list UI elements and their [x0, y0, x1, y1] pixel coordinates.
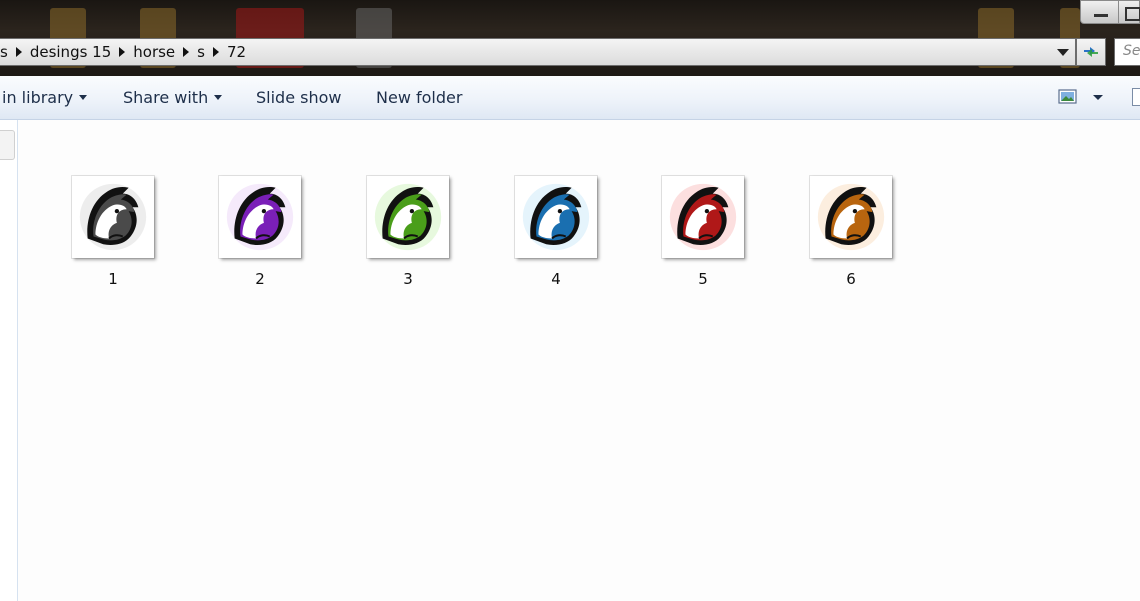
breadcrumb-item[interactable]: s	[189, 43, 219, 61]
file-list-area: 1 2 3 4 5 6	[18, 120, 1140, 601]
change-view-button[interactable]	[1058, 88, 1078, 106]
file-name-label: 2	[255, 270, 265, 288]
new-folder-label: New folder	[376, 88, 463, 107]
horse-logo-icon	[522, 183, 590, 251]
chevron-down-icon	[79, 95, 88, 100]
search-input[interactable]: Se	[1114, 38, 1140, 66]
file-item[interactable]: 4	[506, 176, 606, 288]
file-item[interactable]: 2	[210, 176, 310, 288]
window-controls	[1080, 0, 1140, 26]
include-in-library-label: in library	[2, 88, 74, 107]
navigation-pane-scroll-handle[interactable]	[0, 130, 15, 160]
horse-logo-icon	[226, 183, 294, 251]
file-thumbnail[interactable]	[72, 176, 154, 258]
breadcrumb-item[interactable]: 72	[219, 43, 254, 61]
file-name-label: 5	[698, 270, 708, 288]
breadcrumb-item[interactable]: s	[0, 43, 22, 61]
address-bar[interactable]: s desings 15 horse s 72	[0, 38, 1076, 66]
file-thumbnail[interactable]	[662, 176, 744, 258]
horse-logo-icon	[374, 183, 442, 251]
address-dropdown-icon[interactable]	[1057, 49, 1069, 56]
navigation-pane	[0, 120, 18, 601]
breadcrumb-item[interactable]: desings 15	[22, 43, 126, 61]
command-bar: in library Share with Slide show New fol…	[0, 76, 1140, 120]
view-icon	[1058, 89, 1077, 104]
breadcrumb-item[interactable]: horse	[125, 43, 190, 61]
breadcrumb-label: horse	[133, 43, 176, 61]
maximize-button[interactable]	[1118, 0, 1140, 24]
share-with-button[interactable]: Share with	[123, 76, 223, 119]
include-in-library-button[interactable]: in library	[2, 76, 88, 119]
file-name-label: 3	[403, 270, 413, 288]
preview-pane-button[interactable]	[1132, 88, 1140, 106]
file-name-label: 6	[846, 270, 856, 288]
horse-logo-icon	[79, 183, 147, 251]
breadcrumb-label: desings 15	[29, 43, 112, 61]
view-options-chevron-down-icon[interactable]	[1093, 95, 1103, 100]
share-with-label: Share with	[123, 88, 209, 107]
file-thumbnail[interactable]	[515, 176, 597, 258]
chevron-down-icon	[214, 95, 223, 100]
file-thumbnail[interactable]	[367, 176, 449, 258]
refresh-button[interactable]	[1076, 38, 1106, 66]
file-thumbnail[interactable]	[810, 176, 892, 258]
refresh-icon	[1084, 47, 1098, 57]
file-name-label: 4	[551, 270, 561, 288]
slide-show-label: Slide show	[256, 88, 342, 107]
slide-show-button[interactable]: Slide show	[256, 76, 341, 119]
file-thumbnail[interactable]	[219, 176, 301, 258]
new-folder-button[interactable]: New folder	[376, 76, 462, 119]
horse-logo-icon	[669, 183, 737, 251]
horse-logo-icon	[817, 183, 885, 251]
file-item[interactable]: 5	[653, 176, 753, 288]
breadcrumb-label: 72	[227, 43, 247, 61]
file-name-label: 1	[108, 270, 118, 288]
file-item[interactable]: 3	[358, 176, 458, 288]
breadcrumb-label: s	[0, 43, 8, 61]
file-item[interactable]: 6	[801, 176, 901, 288]
minimize-button[interactable]	[1080, 0, 1119, 24]
file-item[interactable]: 1	[63, 176, 163, 288]
breadcrumb-label: s	[197, 43, 205, 61]
